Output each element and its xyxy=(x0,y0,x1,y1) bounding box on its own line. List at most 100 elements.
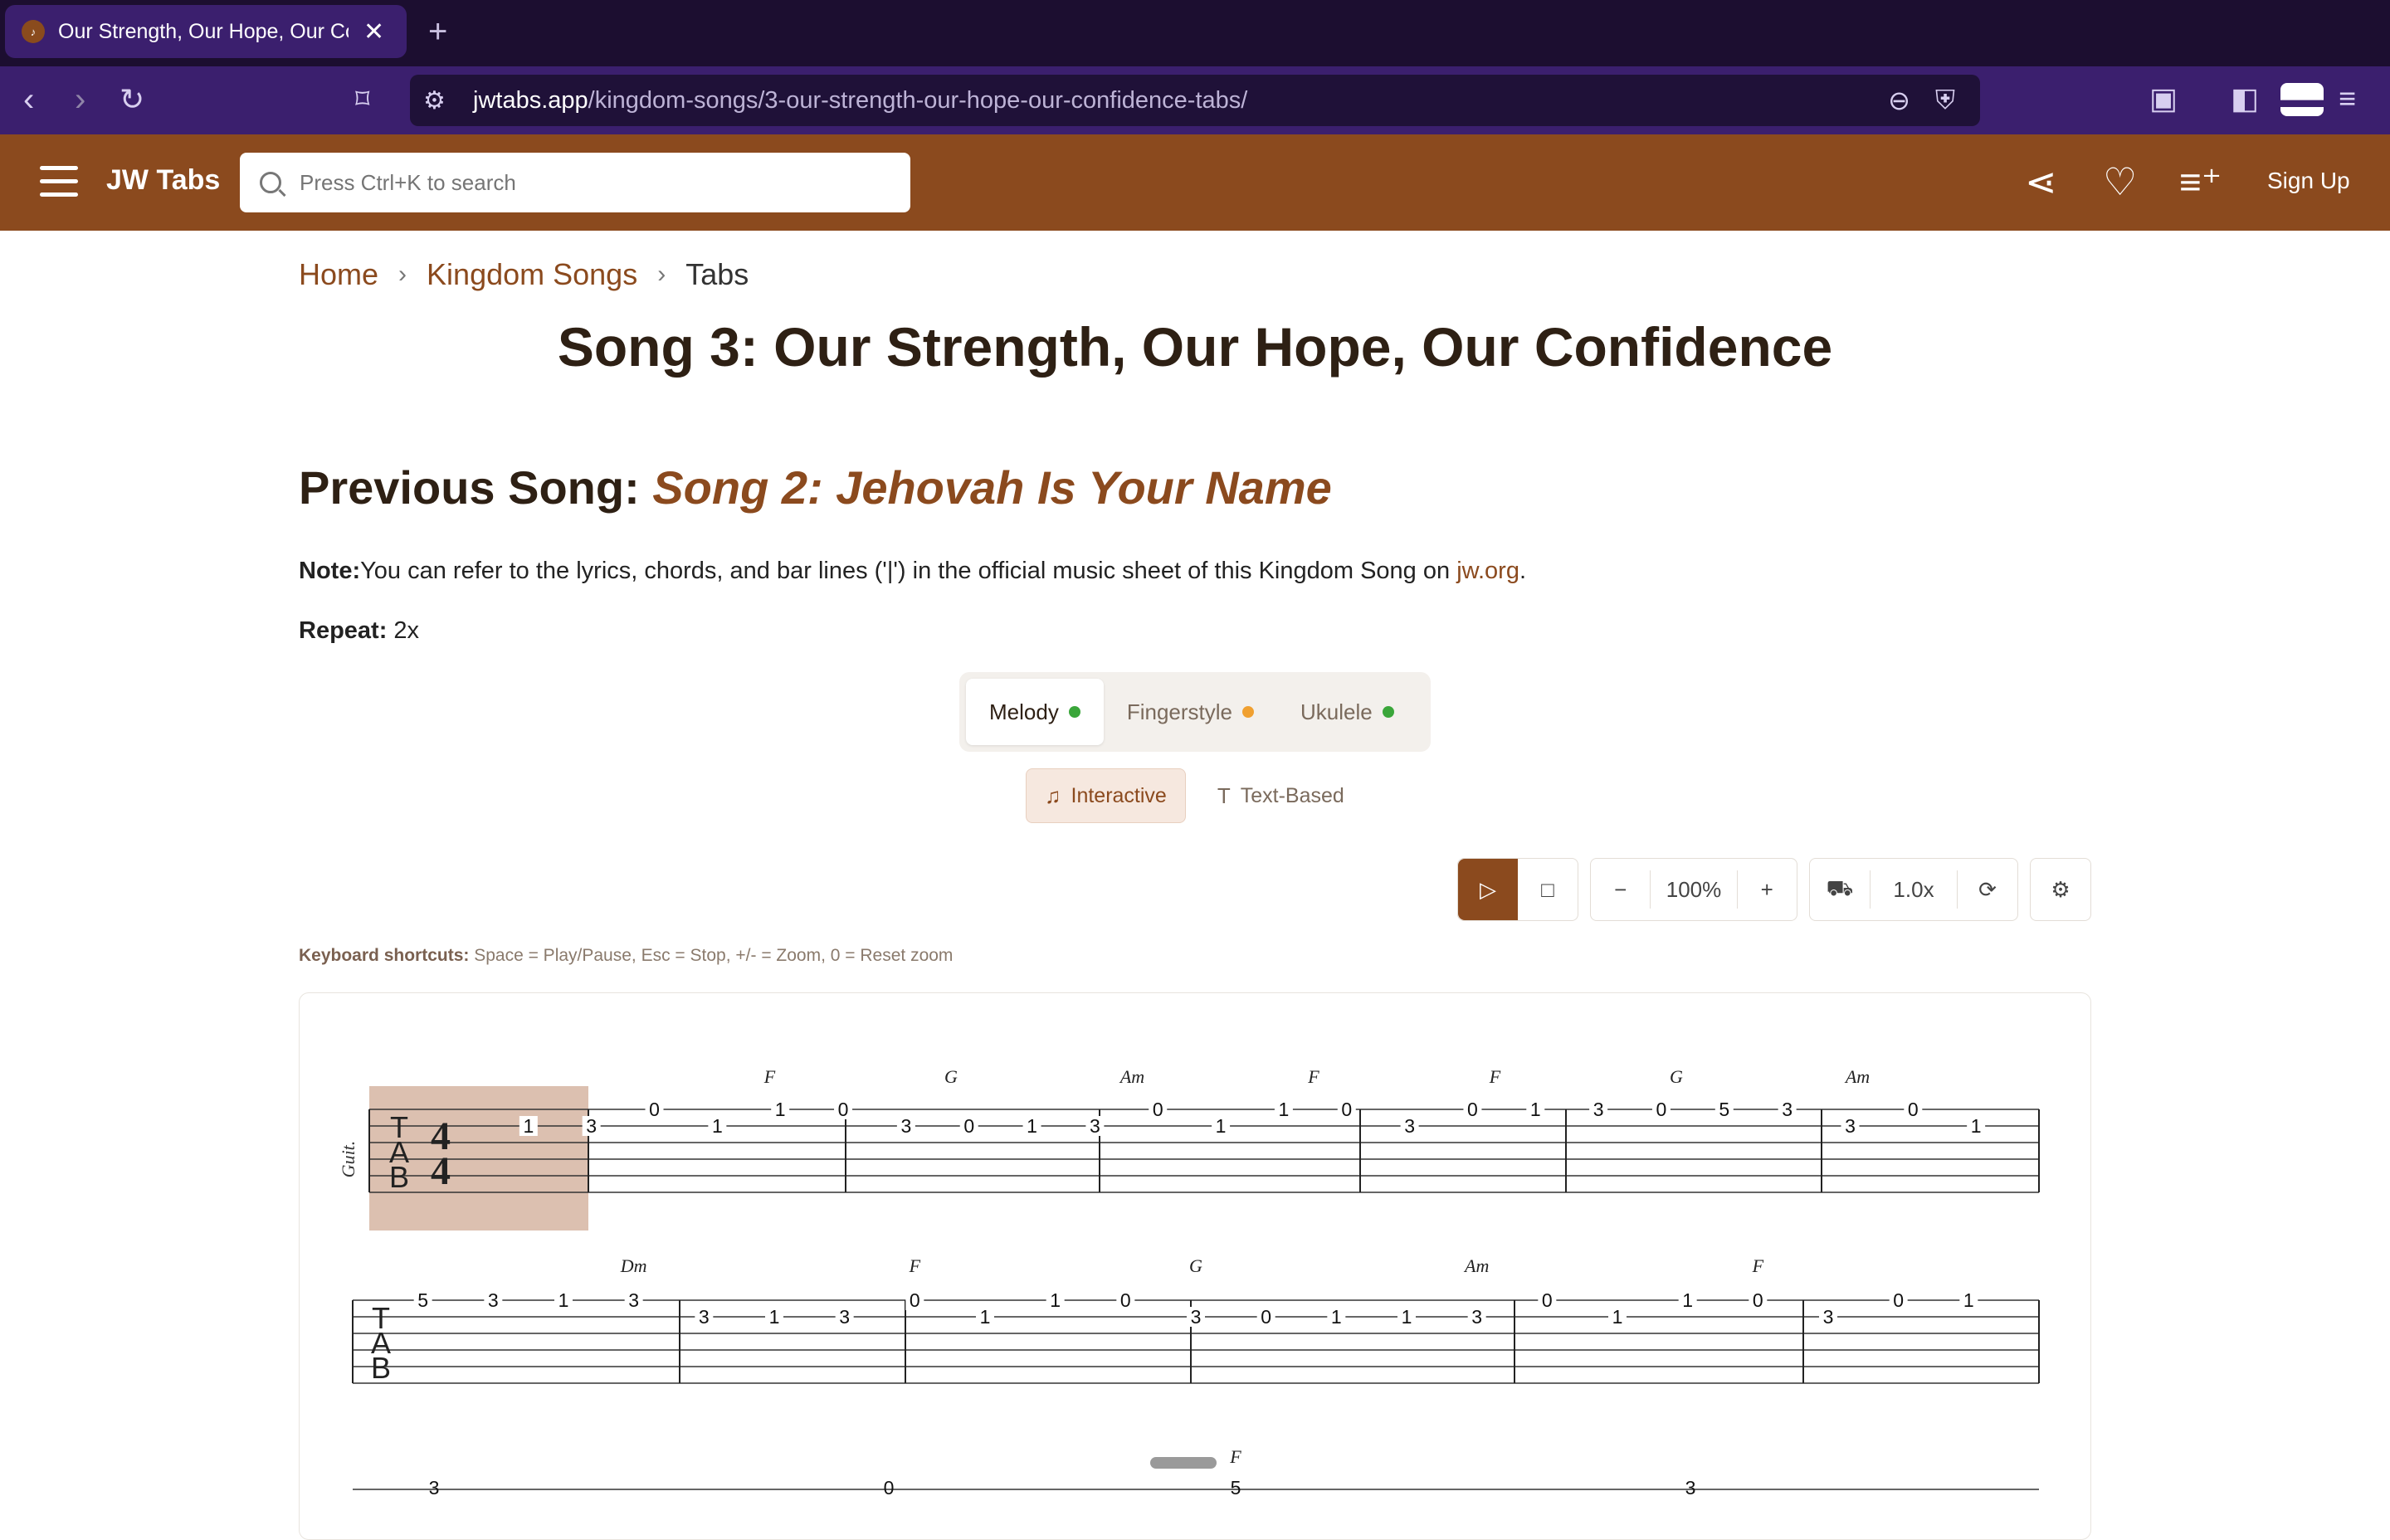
zoom-out-button[interactable]: − xyxy=(1591,859,1650,920)
bookmark-icon[interactable]: ⌑ xyxy=(355,81,369,118)
playback-controls: ▷ □ xyxy=(1457,858,1578,921)
row2-fret-number: 1 xyxy=(1402,1306,1412,1328)
scroll-handle[interactable] xyxy=(1150,1457,1217,1469)
row1-fret-number: 3 xyxy=(1090,1115,1100,1137)
row2-fret-number: 0 xyxy=(1753,1289,1763,1311)
row2-fret-number: 3 xyxy=(628,1289,639,1311)
back-icon[interactable]: ‹ xyxy=(23,81,34,118)
zoom-icon[interactable]: ⊖ xyxy=(1888,85,1910,116)
zoom-in-button[interactable]: + xyxy=(1738,859,1797,920)
sign-up-button[interactable]: Sign Up xyxy=(2267,168,2350,194)
stop-button[interactable]: □ xyxy=(1518,859,1578,920)
share-icon[interactable]: ⋖ xyxy=(2025,159,2057,204)
play-button[interactable]: ▷ xyxy=(1458,859,1518,920)
tab-ukulele[interactable]: Ukulele xyxy=(1277,679,1417,745)
reload-icon[interactable]: ↻ xyxy=(120,81,144,118)
minus-icon: − xyxy=(1614,876,1627,902)
previous-song-link[interactable]: Song 2: Jehovah Is Your Name xyxy=(652,461,1331,514)
row1-chord-label: G xyxy=(944,1066,958,1087)
row2-fret-number: 3 xyxy=(699,1306,710,1328)
new-tab-button[interactable]: + xyxy=(428,13,447,50)
browser-tab[interactable]: ♪ Our Strength, Our Hope, Our Confidence… xyxy=(5,5,407,58)
brand-logo[interactable]: JW Tabs xyxy=(106,164,220,197)
row2-fret-number: 1 xyxy=(1050,1289,1061,1311)
breadcrumb-home[interactable]: Home xyxy=(299,257,378,292)
row2-fret-number: 1 xyxy=(980,1306,991,1328)
row1-fret-number: 0 xyxy=(1153,1099,1163,1120)
row2-fret-number: 0 xyxy=(910,1289,920,1311)
row1-fret-number: 1 xyxy=(1971,1115,1982,1137)
row2-fret-number: 0 xyxy=(1120,1289,1131,1311)
tab-label: Ukulele xyxy=(1300,699,1373,724)
tab-label: Fingerstyle xyxy=(1126,699,1232,724)
row1-chord-label: Am xyxy=(1119,1066,1144,1087)
row1-chord-label: F xyxy=(1307,1066,1319,1087)
search-box[interactable] xyxy=(240,153,910,212)
row1-tab-clef-letter: B xyxy=(389,1160,409,1194)
note-end: . xyxy=(1519,558,1527,584)
tab-fingerstyle[interactable]: Fingerstyle xyxy=(1104,679,1277,745)
row2-fret-number: 1 xyxy=(1963,1289,1974,1311)
shortcuts-label: Keyboard shortcuts: xyxy=(299,946,470,965)
search-input[interactable] xyxy=(300,169,880,196)
repeat-label: Repeat: xyxy=(299,617,388,644)
row2-chord-label: Dm xyxy=(620,1255,647,1276)
row1-fret-number: 3 xyxy=(1845,1115,1856,1137)
row1-chord-label: Am xyxy=(1844,1066,1870,1087)
row1-fret-number: 0 xyxy=(963,1115,974,1137)
row1-fret-number: 0 xyxy=(1341,1099,1352,1120)
tab-label: Melody xyxy=(989,699,1059,724)
faster-button[interactable]: ⟳ xyxy=(1958,859,2017,920)
row1-fret-number: 1 xyxy=(1216,1115,1227,1137)
brave-shield-icon[interactable]: ⛨ xyxy=(1935,85,1955,116)
tab-close-icon[interactable]: ✕ xyxy=(363,17,384,46)
tab-melody[interactable]: Melody xyxy=(966,679,1104,745)
hamburger-menu-icon[interactable] xyxy=(40,166,78,197)
row3-fret-number: 5 xyxy=(1231,1477,1241,1494)
sidebar-icon[interactable]: ◧ xyxy=(2231,81,2259,116)
settings-button[interactable]: ⚙ xyxy=(2031,859,2090,920)
row2-fret-number: 3 xyxy=(1823,1306,1834,1328)
row2-fret-number: 0 xyxy=(1542,1289,1553,1311)
tablature-svg: Guit.TAB44F G Am F F G Am1 3011 03 0 1 3011 030 1 3 0 5 3… xyxy=(338,1066,2040,1499)
row2-chord-label: Am xyxy=(1463,1255,1489,1276)
row2-fret-number: 1 xyxy=(1612,1306,1623,1328)
page-title: Song 3: Our Strength, Our Hope, Our Conf… xyxy=(557,316,1833,378)
chevron-right-icon: › xyxy=(657,261,666,288)
row1-chord-label: G xyxy=(1670,1066,1683,1087)
jw-org-link[interactable]: jw.org xyxy=(1456,558,1519,584)
add-to-playlist-icon[interactable]: ≡⁺ xyxy=(2179,159,2222,204)
row2-fret-number: 3 xyxy=(1471,1306,1482,1328)
row1-fret-number: 0 xyxy=(1656,1099,1667,1120)
row2-fret-number: 1 xyxy=(1682,1289,1693,1311)
row2-fret-number: 1 xyxy=(769,1306,780,1328)
mode-label: Text-Based xyxy=(1240,783,1344,807)
row2-tab-clef-letter: B xyxy=(371,1351,391,1385)
speed-level: 1.0x xyxy=(1893,876,1934,902)
mode-text-based-button[interactable]: T Text-Based xyxy=(1199,768,1363,823)
row2-fret-number: 3 xyxy=(839,1306,850,1328)
menu-icon[interactable]: ≡ xyxy=(2339,81,2356,116)
forward-icon[interactable]: › xyxy=(75,81,85,118)
note-text: You can refer to the lyrics, chords, and… xyxy=(360,558,1457,584)
row2-fret-number: 1 xyxy=(1331,1306,1342,1328)
status-dot-icon xyxy=(1068,706,1080,718)
breadcrumb-current: Tabs xyxy=(685,257,749,291)
zoom-controls: − 100% + xyxy=(1590,858,1797,921)
address-bar[interactable]: ⚙ jwtabs.app/kingdom-songs/3-our-strengt… xyxy=(410,75,1980,126)
previous-song-label: Previous Song: xyxy=(299,461,653,514)
site-settings-icon[interactable]: ⚙ xyxy=(423,86,456,115)
breadcrumb-kingdom-songs[interactable]: Kingdom Songs xyxy=(427,257,637,292)
url-host: jwtabs.app xyxy=(473,86,588,114)
row1-fret-number: 5 xyxy=(1719,1099,1729,1120)
note-label: Note: xyxy=(299,558,361,584)
music-note-icon: ♫ xyxy=(1045,782,1061,808)
slower-button[interactable]: ⛟ xyxy=(1810,859,1870,920)
screenshot-icon[interactable]: ▣ xyxy=(2149,81,2178,116)
favorite-heart-icon[interactable]: ♡ xyxy=(2103,159,2137,204)
row1-fret-number: 1 xyxy=(523,1115,534,1137)
reader-mode-icon[interactable]: ▬▬ xyxy=(2280,83,2327,116)
mode-interactive-button[interactable]: ♫ Interactive xyxy=(1026,768,1186,823)
row3-fret-number: 3 xyxy=(429,1477,440,1494)
row2-fret-number: 1 xyxy=(558,1289,569,1311)
